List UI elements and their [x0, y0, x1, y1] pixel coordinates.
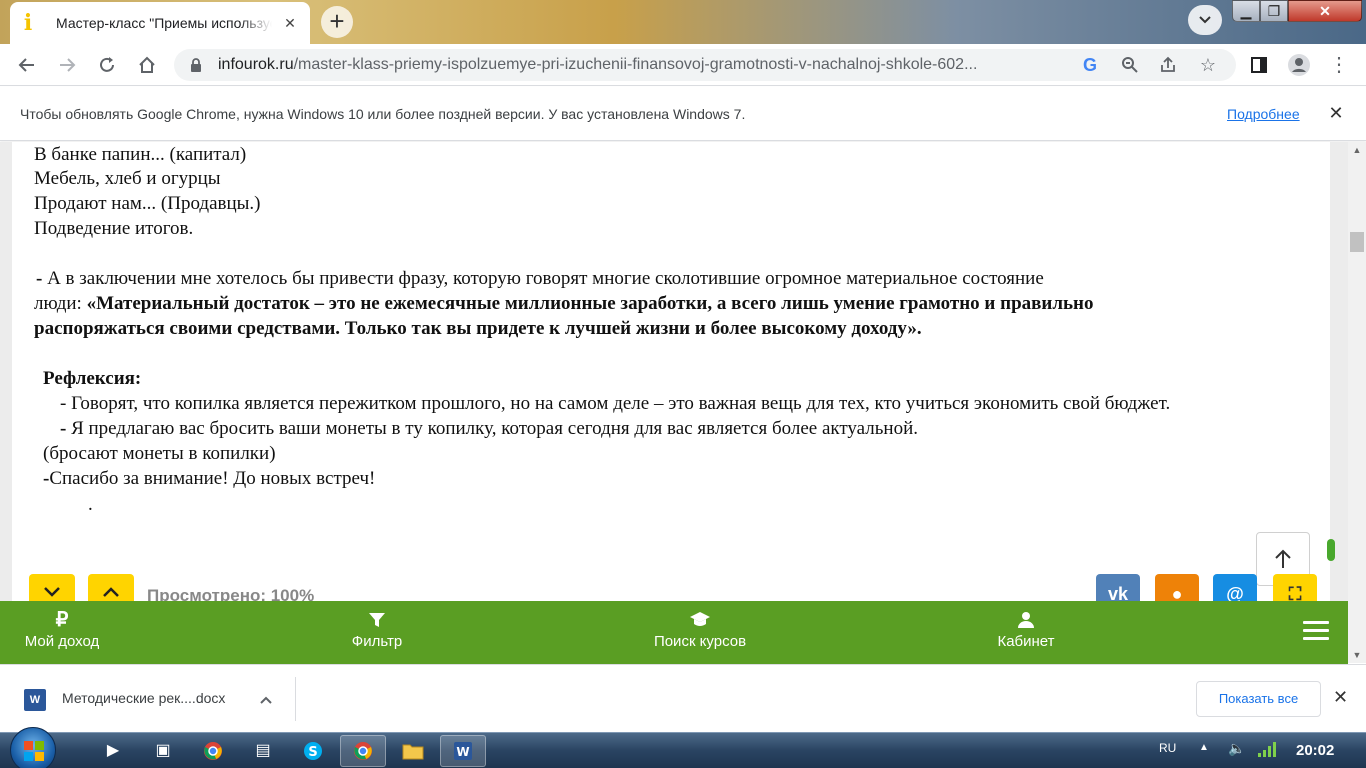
bookmark-star-icon[interactable]: ☆ [1196, 53, 1220, 77]
tab-title: Мастер-класс "Приемы используемые при из… [56, 15, 272, 31]
quote-line: распоряжаться своими средствами. Только … [34, 318, 922, 339]
monitor-taskbar-icon[interactable]: ▤ [240, 735, 286, 767]
scroll-up-arrow-icon[interactable]: ▲ [1348, 142, 1366, 158]
more-menu-icon[interactable]: ⋮ [1326, 52, 1352, 78]
skype-taskbar-icon[interactable]: S [290, 735, 336, 767]
course-search-button[interactable]: Поиск курсов [640, 607, 760, 659]
network-signal-icon[interactable] [1256, 741, 1278, 757]
media-player-taskbar-icon[interactable]: ▶ [90, 735, 136, 767]
download-filename: Методические рек....docx [62, 690, 226, 706]
infobar-learn-more-link[interactable]: Подробнее [1227, 106, 1300, 122]
google-translate-icon[interactable]: G [1078, 53, 1102, 77]
file-explorer-taskbar-icon[interactable] [390, 735, 436, 767]
window-close-button[interactable]: ✕ [1288, 0, 1362, 22]
url-host: infourok.ru [218, 56, 294, 73]
quote-intro-line: - А в заключении мне хотелось бы привест… [36, 268, 1044, 289]
arrow-up-icon [1275, 549, 1291, 568]
tab-strip: i Мастер-класс "Приемы используемые при … [0, 0, 1366, 44]
system-clock[interactable]: 20:02 [1296, 742, 1334, 759]
chrome-taskbar-icon[interactable] [190, 735, 236, 767]
page-progress-indicator [1327, 539, 1335, 561]
tab-close-icon[interactable]: ✕ [280, 15, 300, 32]
back-arrow-icon[interactable] [14, 52, 40, 78]
text-line: Мебель, хлеб и огурцы [34, 168, 221, 189]
windows-taskbar: ▶ ▣ ▤ S W RU ▲ 🔈 20:02 [0, 727, 1366, 768]
svg-text:W: W [456, 745, 469, 759]
text-line: Продают нам... (Продавцы.) [34, 193, 261, 214]
chrome-active-taskbar-icon[interactable] [340, 735, 386, 767]
url-text[interactable]: infourok.ru/master-klass-priemy-ispolzue… [218, 56, 1068, 74]
remote-desktop-taskbar-icon[interactable]: ▣ [140, 735, 186, 767]
download-shelf-close-icon[interactable]: ✕ [1333, 687, 1348, 708]
forward-arrow-icon[interactable] [54, 52, 80, 78]
url-path: /master-klass-priemy-ispolzuemye-pri-izu… [293, 56, 978, 73]
reflection-line: - Говорят, что копилка является пережитк… [60, 393, 1171, 414]
cabinet-button[interactable]: Кабинет [990, 607, 1062, 659]
show-all-downloads-button[interactable]: Показать все [1196, 681, 1321, 717]
chevron-up-icon[interactable] [256, 687, 276, 708]
reflection-line: (бросают монеты в копилки) [43, 443, 276, 464]
new-tab-button[interactable]: + [321, 6, 353, 38]
my-income-button[interactable]: ₽ Мой доход [14, 607, 110, 659]
share-icon[interactable] [1156, 53, 1180, 77]
text-line: В банке папин... (капитал) [34, 144, 247, 165]
lock-icon[interactable] [188, 57, 204, 73]
window-restore-button[interactable]: ❐ [1260, 0, 1288, 22]
address-bar[interactable]: infourok.ru/master-klass-priemy-ispolzue… [174, 49, 1236, 81]
quote-line: люди: «Материальный достаток – это не еж… [34, 293, 1094, 314]
reload-icon[interactable] [94, 52, 120, 78]
text-line: Подведение итогов. [34, 218, 194, 239]
zoom-icon[interactable] [1118, 53, 1142, 77]
keyboard-language-indicator[interactable]: RU [1159, 741, 1176, 755]
thanks-line: -Спасибо за внимание! До новых встреч! [43, 468, 376, 489]
site-bottom-bar: ₽ Мой доход Фильтр Поиск курсов Кабинет [0, 601, 1348, 664]
word-document-icon: W [24, 689, 46, 711]
tab-search-button[interactable] [1188, 5, 1222, 35]
profile-avatar-icon[interactable] [1286, 52, 1312, 78]
browser-toolbar: infourok.ru/master-klass-priemy-ispolzue… [0, 44, 1366, 86]
hamburger-menu-icon[interactable] [1303, 621, 1329, 643]
document-viewer: В банке папин... (капитал) Мебель, хлеб … [12, 142, 1330, 663]
infobar-message: Чтобы обновлять Google Chrome, нужна Win… [20, 106, 746, 122]
download-item[interactable]: W Методические рек....docx [14, 677, 296, 721]
filter-button[interactable]: Фильтр [342, 607, 412, 659]
ruble-icon: ₽ [55, 609, 69, 631]
update-infobar: Чтобы обновлять Google Chrome, нужна Win… [0, 87, 1366, 141]
home-icon[interactable] [134, 52, 160, 78]
chevron-up-icon [103, 587, 119, 597]
chevron-down-icon [44, 587, 60, 597]
user-icon [990, 607, 1062, 633]
side-panel-icon[interactable] [1246, 52, 1272, 78]
windows-logo-icon [24, 741, 44, 761]
infobar-close-icon[interactable]: ✕ [1324, 101, 1348, 125]
filter-funnel-icon [342, 607, 412, 633]
tray-expand-icon[interactable]: ▲ [1199, 742, 1209, 753]
browser-tab[interactable]: i Мастер-класс "Приемы используемые при … [10, 2, 310, 44]
window-minimize-button[interactable]: ▁ [1232, 0, 1260, 22]
volume-icon[interactable]: 🔈 [1228, 740, 1245, 757]
svg-text:S: S [308, 745, 317, 760]
page-viewport: В банке папин... (капитал) Мебель, хлеб … [0, 142, 1348, 663]
scrollbar-thumb[interactable] [1350, 232, 1364, 252]
text-dot: . [88, 494, 93, 515]
reflection-line: - Я предлагаю вас бросить ваши монеты в … [60, 418, 919, 439]
infourok-favicon-icon: i [23, 10, 33, 36]
start-button[interactable] [10, 727, 56, 768]
word-taskbar-icon[interactable]: W [440, 735, 486, 767]
scroll-down-arrow-icon[interactable]: ▼ [1348, 647, 1366, 663]
download-shelf: W Методические рек....docx Показать все … [0, 664, 1366, 732]
reflection-title: Рефлексия: [43, 368, 142, 389]
graduation-cap-icon [640, 607, 760, 633]
page-scrollbar[interactable]: ▲ ▼ [1348, 142, 1366, 663]
chevron-down-icon [1199, 16, 1211, 24]
